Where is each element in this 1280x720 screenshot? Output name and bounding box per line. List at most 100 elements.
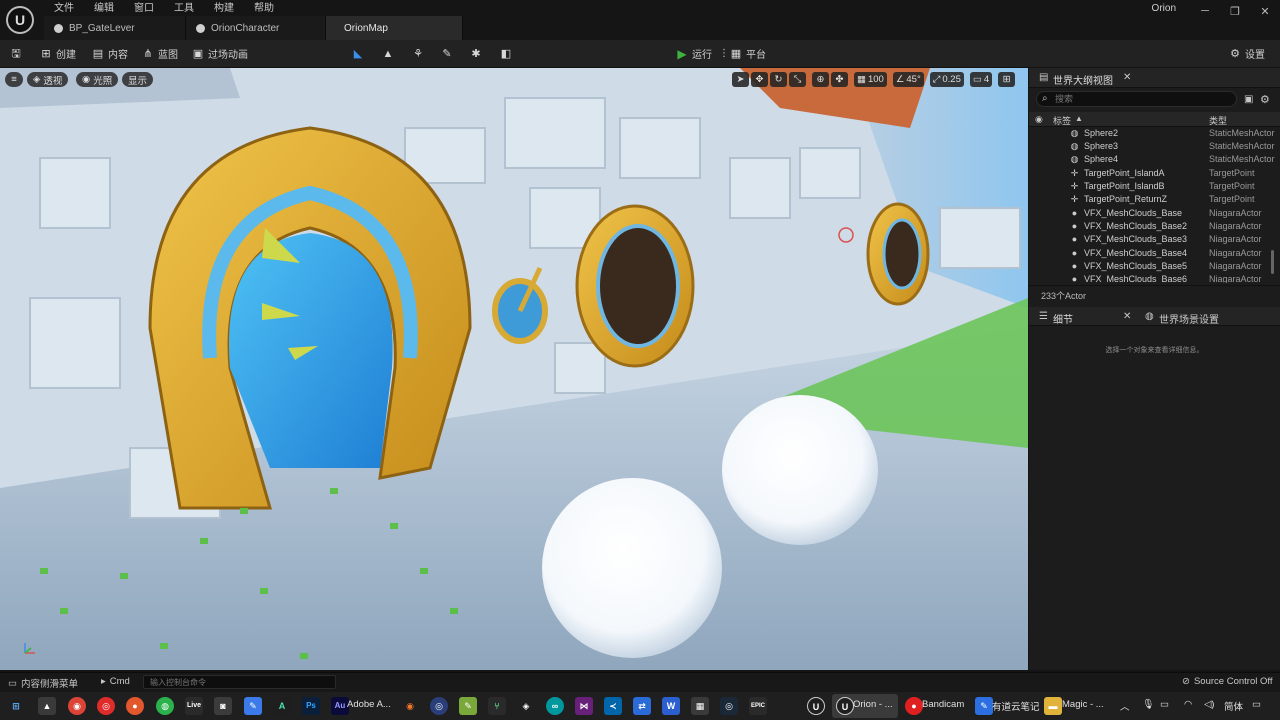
outliner-row[interactable]: ◍ Sphere2 StaticMeshActor	[1029, 127, 1280, 140]
photoshop-icon[interactable]: Ps	[302, 697, 320, 715]
perspective-button[interactable]: ◈ 透视	[27, 72, 69, 87]
feishu-icon[interactable]: ✎	[244, 697, 262, 715]
lit-button[interactable]: ◉ 光照	[76, 72, 119, 87]
show-button[interactable]: 显示	[122, 72, 154, 87]
outliner-row[interactable]: ✛ TargetPoint_IslandA TargetPoint	[1029, 167, 1280, 180]
arduino-icon[interactable]: ∞	[546, 697, 564, 715]
git-icon[interactable]: ⑂	[488, 697, 506, 715]
outliner-row[interactable]: ◍ Sphere4 StaticMeshActor	[1029, 153, 1280, 166]
visual-studio-icon[interactable]: ⋈	[575, 697, 593, 715]
remote-icon[interactable]: ⇄	[633, 697, 651, 715]
details-close-icon[interactable]: ✕	[1123, 311, 1131, 322]
outliner-row[interactable]: ✛ TargetPoint_ReturnZ TargetPoint	[1029, 193, 1280, 206]
level-viewport[interactable]	[0, 68, 1028, 670]
tab-details[interactable]: 细节	[1053, 311, 1073, 326]
foliage-mode-button[interactable]: ⚘	[412, 45, 424, 62]
outliner-row[interactable]: ● VFX_MeshClouds_Base6 NiagaraActor	[1029, 273, 1280, 283]
menu-tools[interactable]: 工具	[164, 2, 204, 16]
ime-indicator[interactable]: 简体	[1224, 699, 1243, 713]
surface-snap-icon[interactable]: ✤	[831, 72, 848, 87]
menu-build[interactable]: 构建	[204, 2, 244, 16]
col-type-header[interactable]: 类型	[1209, 114, 1227, 127]
tab-world-settings[interactable]: 世界场景设置	[1159, 311, 1219, 326]
epic-games-icon[interactable]: EPIC	[749, 697, 767, 715]
netease-music-icon[interactable]: ◎	[97, 697, 115, 715]
calculator-icon[interactable]: ▦	[691, 697, 709, 715]
blender-icon[interactable]: ◉	[401, 697, 419, 715]
adobe-task-label[interactable]: Adobe A...	[347, 699, 391, 710]
office-icon[interactable]: ●	[126, 697, 144, 715]
source-control-button[interactable]: ⊘ Source Control Off	[1182, 676, 1272, 687]
tab-orionmap[interactable]: OrionMap	[326, 16, 463, 40]
save-button[interactable]: 🖫	[10, 45, 22, 62]
content-button[interactable]: ▤ 内容	[92, 45, 128, 62]
fracture-mode-button[interactable]: ✱	[470, 45, 482, 62]
magic-task-label[interactable]: Magic - ...	[1062, 699, 1104, 710]
word-app-icon[interactable]: W	[662, 697, 680, 715]
outliner-title[interactable]: 世界大纲视图	[1053, 72, 1113, 87]
network-icon[interactable]: ▭	[1160, 699, 1169, 710]
a-app-icon[interactable]: A	[273, 697, 291, 715]
viewport-layout-icon[interactable]: ⊞	[998, 72, 1016, 87]
grid-snap-toggle[interactable]: ▦ 100	[854, 72, 887, 87]
volume-icon[interactable]: ◁)	[1204, 699, 1214, 710]
translate-tool-icon[interactable]: ✥	[751, 72, 768, 87]
outliner-search-input[interactable]	[1055, 93, 1230, 105]
folder-task-icon[interactable]: ▬	[1044, 697, 1062, 715]
folder-add-icon[interactable]: ▣	[1244, 94, 1253, 105]
console-input-field[interactable]	[150, 677, 330, 688]
play-button[interactable]: ▶ 运行 ⋮	[676, 45, 729, 62]
microphone-icon[interactable]: 🎙	[1142, 699, 1154, 710]
landscape-mode-button[interactable]: ▲	[382, 45, 394, 62]
notepad-icon[interactable]: ✎	[459, 697, 477, 715]
select-mode-button[interactable]: ◣	[352, 45, 364, 62]
scale-snap-toggle[interactable]: ⤢ 0.25	[929, 72, 964, 87]
tray-overflow-icon[interactable]: ︿	[1120, 699, 1130, 713]
unreal-logo-icon[interactable]: U	[6, 6, 34, 34]
menu-window[interactable]: 窗口	[124, 2, 164, 16]
wechat-icon[interactable]: ◍	[156, 697, 174, 715]
photo-app-icon[interactable]: ▲	[38, 697, 56, 715]
bandicam-task-label[interactable]: Bandicam	[922, 699, 964, 710]
app-icon[interactable]: ◎	[430, 697, 448, 715]
steam-icon[interactable]: ◎	[720, 697, 738, 715]
play-options-icon[interactable]: ⋮	[719, 48, 729, 59]
rotate-tool-icon[interactable]: ↻	[770, 72, 787, 87]
minimize-icon[interactable]: ─	[1190, 5, 1220, 17]
unreal-taskbar-icon[interactable]: U	[807, 697, 825, 715]
settings-button[interactable]: ⚙ 设置	[1229, 45, 1265, 62]
rotation-snap-toggle[interactable]: ∠ 45°	[892, 72, 924, 87]
outliner-row[interactable]: ● VFX_MeshClouds_Base4 NiagaraActor	[1029, 247, 1280, 260]
chrome-icon[interactable]: ◉	[68, 697, 86, 715]
blueprint-button[interactable]: ⋔ 蓝图	[142, 45, 178, 62]
menu-help[interactable]: 帮助	[244, 2, 284, 16]
notification-icon[interactable]: ▭	[1252, 699, 1261, 710]
unity-icon[interactable]: ◈	[517, 697, 535, 715]
vscode-icon[interactable]: ≺	[604, 697, 622, 715]
windows-start-icon[interactable]: ⊞	[7, 697, 25, 715]
col-label-header[interactable]: 标签	[1053, 114, 1071, 127]
outliner-row[interactable]: ● VFX_MeshClouds_Base2 NiagaraActor	[1029, 220, 1280, 233]
outliner-search[interactable]: ⌕	[1036, 91, 1237, 107]
visibility-eye-icon[interactable]: ◉	[1035, 114, 1043, 125]
outliner-row[interactable]: ● VFX_MeshClouds_Base5 NiagaraActor	[1029, 260, 1280, 273]
console-command-input[interactable]	[143, 675, 336, 689]
create-button[interactable]: ⊞ 创建	[40, 45, 76, 62]
outliner-row[interactable]: ◍ Sphere3 StaticMeshActor	[1029, 140, 1280, 153]
camera-app-icon[interactable]: ◙	[214, 697, 232, 715]
mesh-paint-mode-button[interactable]: ✎	[441, 45, 453, 62]
tab-bp-gatelever[interactable]: BP_GateLever	[44, 16, 186, 40]
youdao-task-label[interactable]: 有道云笔记	[992, 699, 1040, 713]
scale-tool-icon[interactable]: ⤡	[789, 72, 806, 87]
outliner-row[interactable]: ● VFX_MeshClouds_Base NiagaraActor	[1029, 207, 1280, 220]
platforms-button[interactable]: ▦ 平台	[730, 45, 766, 62]
cinematics-button[interactable]: ▣ 过场动画	[192, 45, 248, 62]
outliner-close-icon[interactable]: ✕	[1123, 72, 1131, 83]
outliner-row[interactable]: ✛ TargetPoint_IslandB TargetPoint	[1029, 180, 1280, 193]
wifi-icon[interactable]: ◠	[1184, 699, 1192, 710]
cmd-button[interactable]: ▸ Cmd	[101, 676, 130, 687]
world-local-icon[interactable]: ⊕	[812, 72, 829, 87]
outliner-settings-icon[interactable]: ⚙	[1260, 93, 1270, 106]
sort-asc-icon[interactable]: ▲	[1075, 114, 1083, 123]
menu-file[interactable]: 文件	[44, 2, 84, 16]
